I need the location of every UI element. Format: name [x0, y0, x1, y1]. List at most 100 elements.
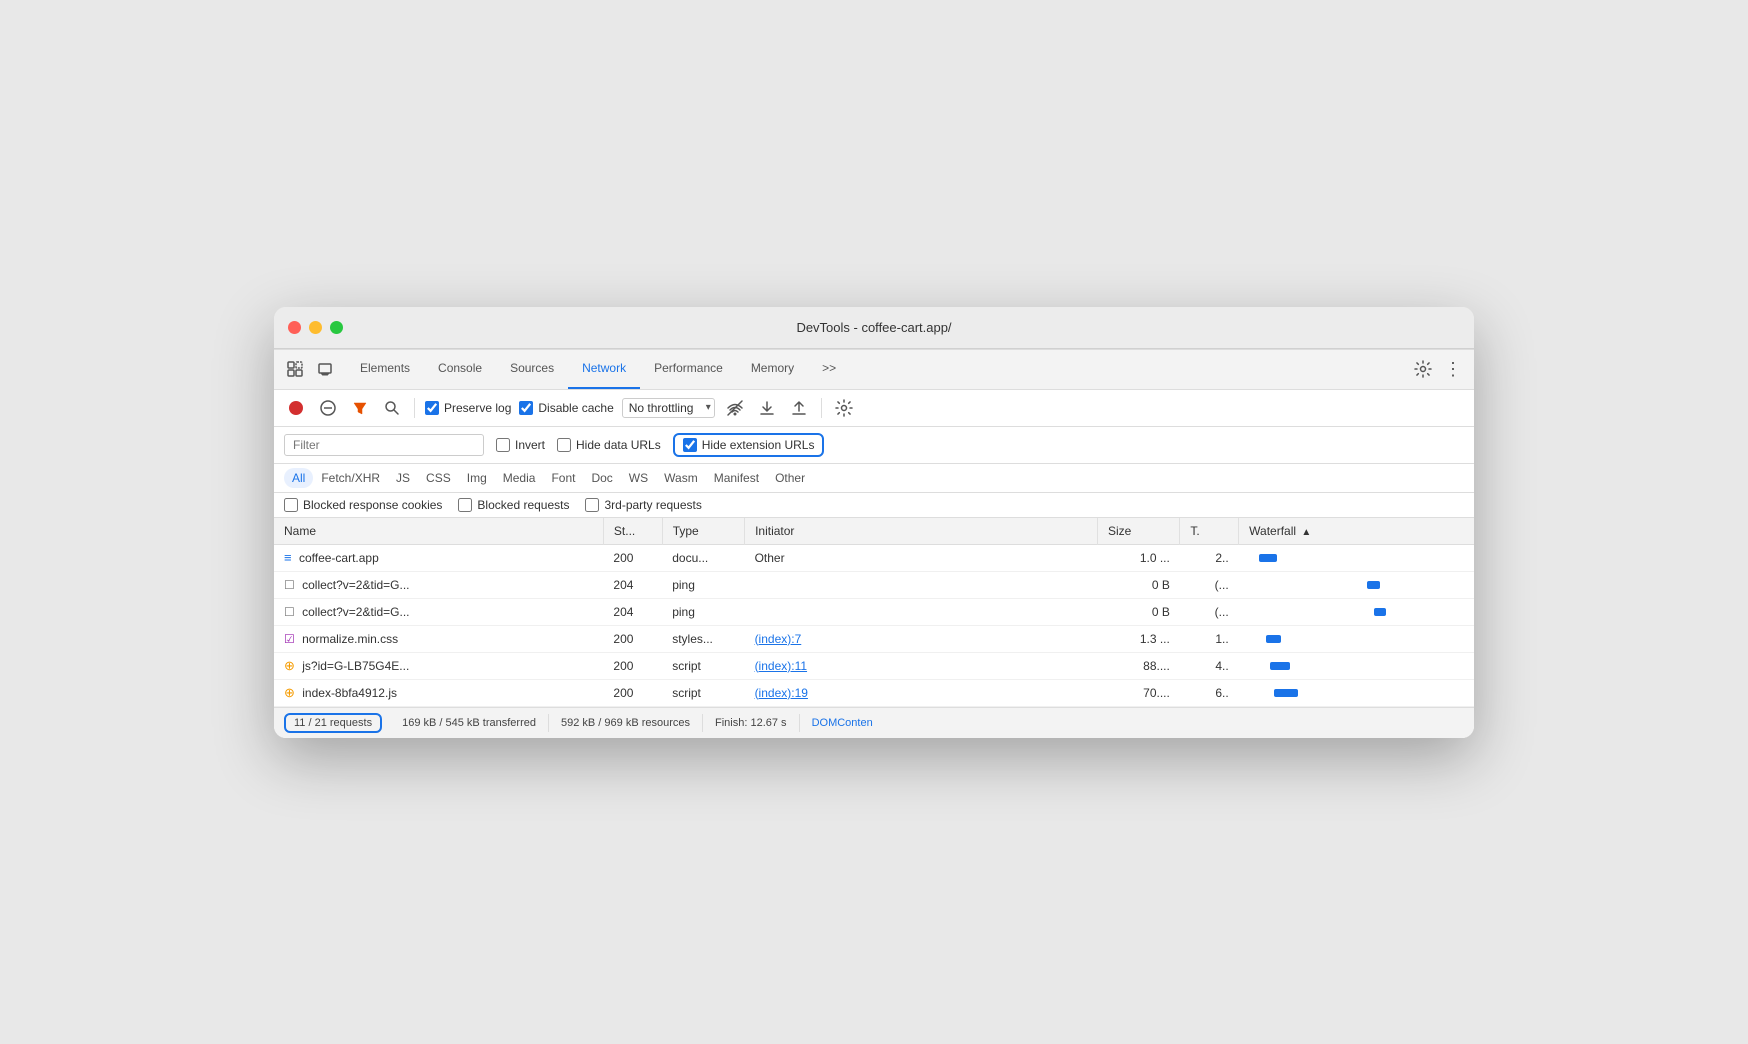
row-name: ☐ collect?v=2&tid=G... — [274, 571, 603, 598]
row-initiator: (index):7 — [745, 625, 1098, 652]
inspect-icon[interactable] — [282, 356, 308, 382]
third-party-label[interactable]: 3rd-party requests — [585, 498, 701, 512]
tab-sources[interactable]: Sources — [496, 349, 568, 389]
type-btn-media[interactable]: Media — [495, 468, 544, 488]
type-btn-font[interactable]: Font — [543, 468, 583, 488]
status-resources: 592 kB / 969 kB resources — [549, 714, 703, 732]
col-header-type[interactable]: Type — [662, 518, 744, 545]
toolbar-divider-1 — [414, 398, 415, 418]
blocked-requests-label[interactable]: Blocked requests — [458, 498, 569, 512]
type-btn-other[interactable]: Other — [767, 468, 813, 488]
throttle-select-input[interactable]: No throttling Fast 3G Slow 3G Offline — [622, 398, 715, 418]
network-table-wrapper[interactable]: Name St... Type Initiator Size T. Waterf… — [274, 518, 1474, 707]
clear-button[interactable] — [316, 396, 340, 420]
row-name: ☑ normalize.min.css — [274, 625, 603, 652]
table-row[interactable]: ☐ collect?v=2&tid=G... 204 ping 0 B (... — [274, 571, 1474, 598]
js-icon: ⊕ — [284, 685, 295, 700]
tab-more[interactable]: >> — [808, 349, 850, 389]
filter-row: Invert Hide data URLs Hide extension URL… — [274, 427, 1474, 464]
preserve-log-label[interactable]: Preserve log — [425, 401, 511, 415]
import-button[interactable] — [755, 396, 779, 420]
row-initiator: Other — [745, 544, 1098, 571]
type-btn-ws[interactable]: WS — [621, 468, 656, 488]
window-buttons — [288, 321, 343, 334]
hide-extension-urls-label[interactable]: Hide extension URLs — [673, 433, 825, 457]
invert-label[interactable]: Invert — [496, 438, 545, 452]
type-btn-fetch[interactable]: Fetch/XHR — [313, 468, 388, 488]
minimize-button[interactable] — [309, 321, 322, 334]
toolbar-divider-2 — [821, 398, 822, 418]
row-time: 2.. — [1180, 544, 1239, 571]
type-btn-manifest[interactable]: Manifest — [706, 468, 767, 488]
blocked-cookies-checkbox[interactable] — [284, 498, 298, 512]
close-button[interactable] — [288, 321, 301, 334]
search-button[interactable] — [380, 396, 404, 420]
device-toggle-icon[interactable] — [312, 356, 338, 382]
network-settings-icon[interactable] — [832, 396, 856, 420]
tab-performance[interactable]: Performance — [640, 349, 737, 389]
table-row[interactable]: ≡ coffee-cart.app 200 docu... Other 1.0 … — [274, 544, 1474, 571]
hide-data-urls-label[interactable]: Hide data URLs — [557, 438, 661, 452]
tab-bar: Elements Console Sources Network Perform… — [274, 350, 1474, 390]
tab-elements[interactable]: Elements — [346, 349, 424, 389]
devtools-panel: Elements Console Sources Network Perform… — [274, 349, 1474, 738]
invert-checkbox[interactable] — [496, 438, 510, 452]
col-header-initiator[interactable]: Initiator — [745, 518, 1098, 545]
col-header-size[interactable]: Size — [1098, 518, 1180, 545]
row-size: 0 B — [1098, 598, 1180, 625]
type-btn-wasm[interactable]: Wasm — [656, 468, 706, 488]
blocked-cookies-label[interactable]: Blocked response cookies — [284, 498, 442, 512]
table-row[interactable]: ☐ collect?v=2&tid=G... 204 ping 0 B (... — [274, 598, 1474, 625]
tab-network[interactable]: Network — [568, 349, 640, 389]
filter-input[interactable] — [284, 434, 484, 456]
disable-cache-checkbox[interactable] — [519, 401, 533, 415]
table-row[interactable]: ⊕ index-8bfa4912.js 200 script (index):1… — [274, 679, 1474, 706]
filter-button[interactable] — [348, 396, 372, 420]
col-header-name[interactable]: Name — [274, 518, 603, 545]
more-options-icon[interactable]: ⋮ — [1440, 356, 1466, 382]
hide-data-urls-checkbox[interactable] — [557, 438, 571, 452]
row-time: 1.. — [1180, 625, 1239, 652]
row-status: 200 — [603, 544, 662, 571]
titlebar: DevTools - coffee-cart.app/ — [274, 307, 1474, 349]
throttle-selector[interactable]: No throttling Fast 3G Slow 3G Offline ▾ — [622, 398, 715, 418]
settings-icon[interactable] — [1410, 356, 1436, 382]
col-header-status[interactable]: St... — [603, 518, 662, 545]
status-bar: 11 / 21 requests 169 kB / 545 kB transfe… — [274, 707, 1474, 738]
js-icon: ⊕ — [284, 658, 295, 673]
tab-console[interactable]: Console — [424, 349, 496, 389]
row-status: 200 — [603, 679, 662, 706]
tab-memory[interactable]: Memory — [737, 349, 808, 389]
devtools-window: DevTools - coffee-cart.app/ — [274, 307, 1474, 738]
type-btn-all[interactable]: All — [284, 468, 313, 488]
row-type: script — [662, 652, 744, 679]
table-row[interactable]: ⊕ js?id=G-LB75G4E... 200 script (index):… — [274, 652, 1474, 679]
row-waterfall — [1239, 598, 1474, 625]
type-btn-img[interactable]: Img — [459, 468, 495, 488]
third-party-checkbox[interactable] — [585, 498, 599, 512]
record-stop-button[interactable] — [284, 396, 308, 420]
status-requests: 11 / 21 requests — [284, 713, 382, 733]
row-time: (... — [1180, 571, 1239, 598]
col-header-waterfall[interactable]: Waterfall ▲ — [1239, 518, 1474, 545]
row-waterfall — [1239, 544, 1474, 571]
doc-icon: ≡ — [284, 550, 292, 565]
row-status: 200 — [603, 625, 662, 652]
type-btn-js[interactable]: JS — [388, 468, 418, 488]
export-button[interactable] — [787, 396, 811, 420]
table-row[interactable]: ☑ normalize.min.css 200 styles... (index… — [274, 625, 1474, 652]
row-initiator — [745, 571, 1098, 598]
hide-extension-urls-checkbox[interactable] — [683, 438, 697, 452]
type-filter-row: All Fetch/XHR JS CSS Img Media Font Doc … — [274, 464, 1474, 493]
type-btn-doc[interactable]: Doc — [583, 468, 620, 488]
col-header-time[interactable]: T. — [1180, 518, 1239, 545]
type-btn-css[interactable]: CSS — [418, 468, 459, 488]
row-size: 1.0 ... — [1098, 544, 1180, 571]
status-finish: Finish: 12.67 s — [703, 714, 800, 732]
blocked-requests-checkbox[interactable] — [458, 498, 472, 512]
disable-cache-label[interactable]: Disable cache — [519, 401, 613, 415]
maximize-button[interactable] — [330, 321, 343, 334]
network-toolbar: Preserve log Disable cache No throttling… — [274, 390, 1474, 427]
network-conditions-icon[interactable] — [723, 396, 747, 420]
preserve-log-checkbox[interactable] — [425, 401, 439, 415]
